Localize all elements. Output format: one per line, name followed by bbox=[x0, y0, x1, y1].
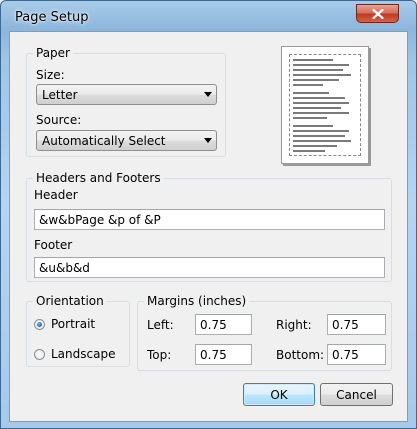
headers-footers-group-title: Headers and Footers bbox=[33, 171, 164, 185]
dialog-window: Page Setup Paper Size: Letter Source: Au… bbox=[0, 0, 417, 429]
landscape-label: Landscape bbox=[51, 347, 116, 361]
header-label: Header bbox=[34, 188, 78, 202]
orientation-group-title: Orientation bbox=[33, 294, 107, 308]
preview-text-line bbox=[293, 97, 345, 99]
top-margin-input[interactable]: 0.75 bbox=[195, 344, 252, 365]
preview-text-line bbox=[293, 59, 333, 61]
preview-text-line bbox=[293, 117, 327, 119]
radio-unselected-indicator bbox=[34, 348, 45, 360]
title-bar[interactable]: Page Setup bbox=[1, 1, 416, 35]
source-value: Automatically Select bbox=[42, 134, 166, 148]
preview-text-line bbox=[293, 84, 323, 86]
source-label: Source: bbox=[36, 113, 82, 127]
bottom-margin-label: Bottom: bbox=[276, 348, 325, 362]
preview-text-line bbox=[293, 64, 349, 66]
header-input[interactable]: &w&bPage &p of &P bbox=[34, 209, 385, 230]
chevron-down-icon bbox=[204, 92, 212, 97]
preview-text-line bbox=[293, 69, 343, 71]
preview-text-line bbox=[293, 79, 339, 81]
paper-group-title: Paper bbox=[33, 46, 73, 60]
top-margin-label: Top: bbox=[147, 348, 172, 362]
margins-group-title: Margins (inches) bbox=[144, 294, 250, 308]
bottom-margin-value: 0.75 bbox=[332, 348, 359, 362]
right-margin-input[interactable]: 0.75 bbox=[327, 314, 386, 335]
ok-button[interactable]: OK bbox=[243, 383, 315, 406]
radio-selected-indicator bbox=[34, 318, 45, 330]
preview-text-line bbox=[293, 74, 351, 76]
footer-input[interactable]: &u&b&d bbox=[34, 257, 385, 278]
footer-value: &u&b&d bbox=[39, 261, 90, 275]
top-margin-value: 0.75 bbox=[200, 348, 227, 362]
left-margin-input[interactable]: 0.75 bbox=[195, 314, 252, 335]
source-dropdown[interactable]: Automatically Select bbox=[36, 130, 217, 151]
left-margin-label: Left: bbox=[147, 318, 174, 332]
preview-text-line bbox=[293, 145, 337, 147]
landscape-radio[interactable]: Landscape bbox=[34, 347, 115, 361]
preview-text-line bbox=[293, 92, 329, 94]
size-value: Letter bbox=[42, 88, 78, 102]
right-margin-label: Right: bbox=[276, 318, 312, 332]
preview-text-line bbox=[293, 140, 351, 142]
window-title: Page Setup bbox=[15, 10, 89, 25]
preview-text-line bbox=[293, 150, 325, 152]
close-button[interactable] bbox=[356, 4, 399, 23]
header-value: &w&bPage &p of &P bbox=[39, 213, 161, 227]
cancel-button[interactable]: Cancel bbox=[320, 383, 393, 406]
footer-label: Footer bbox=[34, 238, 73, 252]
bottom-margin-input[interactable]: 0.75 bbox=[327, 344, 386, 365]
preview-text-line bbox=[293, 112, 349, 114]
preview-text-line bbox=[293, 125, 333, 127]
size-label: Size: bbox=[36, 68, 65, 82]
close-icon bbox=[371, 8, 384, 19]
left-margin-value: 0.75 bbox=[200, 318, 227, 332]
preview-text-line bbox=[293, 135, 345, 137]
page-preview bbox=[281, 46, 369, 164]
portrait-label: Portrait bbox=[51, 317, 96, 331]
portrait-radio[interactable]: Portrait bbox=[34, 317, 95, 331]
chevron-down-icon bbox=[204, 138, 212, 143]
preview-text-line bbox=[293, 102, 349, 104]
size-dropdown[interactable]: Letter bbox=[36, 84, 217, 105]
preview-text-line bbox=[293, 107, 341, 109]
preview-text-line bbox=[293, 130, 349, 132]
dialog-client-area: Paper Size: Letter Source: Automatically… bbox=[9, 31, 408, 422]
right-margin-value: 0.75 bbox=[332, 318, 359, 332]
